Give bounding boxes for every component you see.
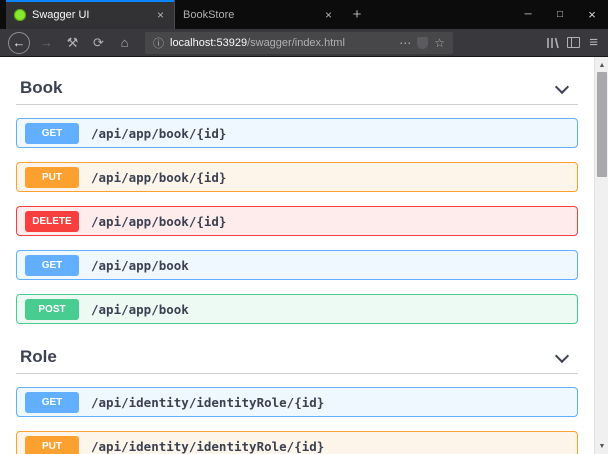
tab-bookstore[interactable]: BookStore × [174,0,342,29]
tab-label: Swagger UI [32,9,149,21]
page-actions-icon[interactable]: ⋯ [399,36,411,50]
url-text: localhost:53929/swagger/index.html [170,37,393,49]
forward-icon[interactable]: → [37,35,56,50]
close-button[interactable]: × [576,0,608,29]
url-host: localhost:53929 [170,37,247,49]
section-header-book[interactable]: Book [16,71,578,105]
scrollbar-thumb[interactable] [597,72,607,177]
endpoint-row-get[interactable]: GET/api/app/book/{id} [16,118,578,148]
api-section: RoleGET/api/identity/identityRole/{id}PU… [16,340,578,454]
section-title: Role [20,346,57,367]
maximize-button[interactable]: □ [544,0,576,29]
endpoint-path: /api/identity/identityRole/{id} [91,395,324,410]
endpoint-path: /api/app/book/{id} [91,214,226,229]
endpoint-row-get[interactable]: GET/api/app/book [16,250,578,280]
page-content: BookGET/api/app/book/{id}PUT/api/app/boo… [0,57,608,454]
tab-close-icon[interactable]: × [323,8,334,22]
menu-icon[interactable]: ≡ [587,34,600,51]
library-icon[interactable] [546,37,560,49]
bookmark-star-icon[interactable]: ☆ [434,36,445,50]
minimize-button[interactable]: ─ [512,0,544,29]
method-badge: GET [25,123,79,144]
endpoint-path: /api/identity/identityRole/{id} [91,439,324,454]
navbar: ← → ⚒ ⟳ ⌂ ⓘ localhost:53929/swagger/inde… [0,29,608,57]
endpoint-path: /api/app/book [91,258,189,273]
endpoint-row-get[interactable]: GET/api/identity/identityRole/{id} [16,387,578,417]
method-badge: GET [25,392,79,413]
endpoint-path: /api/app/book/{id} [91,170,226,185]
api-section: BookGET/api/app/book/{id}PUT/api/app/boo… [16,71,578,324]
endpoint-row-put[interactable]: PUT/api/identity/identityRole/{id} [16,431,578,454]
reload-icon[interactable]: ⟳ [89,35,108,51]
method-badge: PUT [25,436,79,454]
address-bar[interactable]: ⓘ localhost:53929/swagger/index.html ⋯ ☆ [145,32,453,54]
endpoint-path: /api/app/book [91,302,189,317]
chevron-down-icon[interactable] [554,349,570,365]
shield-icon[interactable] [417,37,428,49]
tab-close-icon[interactable]: × [155,8,166,22]
titlebar: Swagger UI × BookStore × + ─ □ × [0,0,608,29]
sidebar-icon[interactable] [567,37,580,48]
swagger-api-list: BookGET/api/app/book/{id}PUT/api/app/boo… [0,57,608,454]
section-header-role[interactable]: Role [16,340,578,374]
back-icon[interactable]: ← [8,32,30,54]
method-badge: DELETE [25,211,79,232]
endpoint-row-delete[interactable]: DELETE/api/app/book/{id} [16,206,578,236]
vertical-scrollbar[interactable]: ▲ ▼ [594,57,608,454]
new-tab-button[interactable]: + [342,0,372,29]
endpoint-row-put[interactable]: PUT/api/app/book/{id} [16,162,578,192]
scroll-down-icon[interactable]: ▼ [595,439,608,453]
window-controls: ─ □ × [512,0,608,29]
endpoint-path: /api/app/book/{id} [91,126,226,141]
url-path: /swagger/index.html [247,37,345,49]
swagger-favicon-icon [14,9,26,21]
chevron-down-icon[interactable] [554,80,570,96]
browser-window: Swagger UI × BookStore × + ─ □ × ← → ⚒ ⟳… [0,0,608,454]
tab-swagger-ui[interactable]: Swagger UI × [6,0,174,29]
method-badge: POST [25,299,79,320]
endpoint-row-post[interactable]: POST/api/app/book [16,294,578,324]
method-badge: PUT [25,167,79,188]
method-badge: GET [25,255,79,276]
tab-label: BookStore [183,9,317,21]
scroll-up-icon[interactable]: ▲ [595,58,608,72]
section-title: Book [20,77,63,98]
site-info-icon[interactable]: ⓘ [153,35,164,51]
wrench-icon[interactable]: ⚒ [63,35,82,51]
home-icon[interactable]: ⌂ [115,35,134,50]
